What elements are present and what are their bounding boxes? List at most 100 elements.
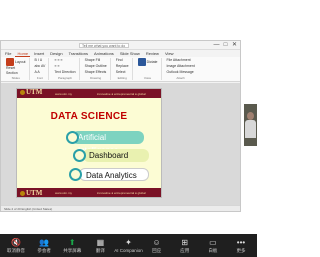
bullet-circle-icon	[69, 168, 82, 181]
ribbon-item[interactable]: File Attachment	[167, 58, 195, 63]
tab-view[interactable]: View	[163, 50, 176, 57]
ai-companion-icon: ✦	[125, 238, 132, 247]
ai-companion-button[interactable]: ✦ AI Companion	[114, 234, 143, 257]
ribbon-item[interactable]: abc AV	[35, 64, 46, 69]
more-icon: •••	[236, 237, 246, 247]
participants-button[interactable]: 👥 参会者	[30, 234, 58, 257]
reactions-icon: ☺	[152, 237, 161, 247]
reactions-button[interactable]: ☺ 回应	[143, 234, 171, 257]
toolbar-label: 取消静音	[7, 247, 25, 253]
participant-head	[247, 112, 254, 120]
toolbar-label: 应用	[180, 247, 190, 253]
utm-crest-icon	[20, 89, 25, 95]
tab-slide-show[interactable]: Slide Show	[118, 50, 142, 57]
slide[interactable]: www.utm.my innovative ● entrepreneurial …	[16, 88, 162, 198]
utm-logo-top: UTM	[20, 89, 42, 96]
maximize-button[interactable]: □	[222, 42, 229, 48]
toolbar-label: 更多	[236, 247, 246, 253]
ppt-search-input[interactable]: Tell me what you want to do	[79, 43, 129, 48]
bullet-circle-icon	[73, 149, 86, 162]
new-slide-icon	[6, 58, 14, 66]
tab-insert[interactable]: Insert	[32, 50, 46, 57]
more-button[interactable]: ••• 更多	[227, 234, 255, 257]
tab-home[interactable]: Home	[15, 50, 31, 57]
share-screen-button[interactable]: ⬆ 共享屏幕	[58, 234, 86, 257]
ribbon-item[interactable]: Replace	[116, 64, 129, 69]
ribbon-item[interactable]: ≡ ≡ ≡	[54, 58, 75, 63]
tab-file[interactable]: File	[3, 50, 13, 57]
powerpoint-window: Tell me what you want to do — □ ✕ File H…	[0, 40, 241, 212]
ribbon-item[interactable]: Shape Effects	[85, 70, 107, 75]
ribbon-group-attach: File Attachment Image Attachment Outlook…	[164, 58, 198, 80]
ribbon-item[interactable]: Select	[116, 70, 129, 75]
slide-editing-area: www.utm.my innovative ● entrepreneurial …	[1, 83, 240, 205]
ribbon-item[interactable]: A A	[35, 70, 46, 75]
translate-icon: ▦	[96, 237, 105, 247]
bullet-dashboard: Dashboard	[83, 149, 149, 162]
ribbon: Layout Reset Section Slides B I U abc AV…	[1, 57, 240, 82]
ribbon-item[interactable]: Find	[116, 58, 129, 63]
ribbon-group-font: B I U abc AV A A Font	[32, 58, 50, 80]
close-button[interactable]: ✕	[231, 42, 238, 48]
ribbon-group-label: Drawing	[90, 76, 102, 80]
ppt-status-bar: Slide 2 of 20 English (United States)	[1, 205, 240, 211]
ribbon-tabs: File Home Insert Design Transitions Anim…	[1, 50, 240, 57]
tab-design[interactable]: Design	[48, 50, 64, 57]
translate-button[interactable]: ▦ 翻译	[86, 234, 114, 257]
slide-title: DATA SCIENCE	[50, 111, 128, 122]
participant-video[interactable]	[244, 104, 257, 146]
band-text: www.utm.my	[55, 92, 73, 96]
ribbon-group-label: Slides	[11, 76, 20, 80]
ribbon-item[interactable]: Text Direction	[54, 70, 75, 75]
toolbar-label: 参会者	[37, 247, 51, 253]
tab-animations[interactable]: Animations	[92, 50, 116, 57]
ribbon-item[interactable]: Dictate	[137, 58, 158, 66]
toolbar-label: 翻译	[95, 247, 105, 253]
ribbon-item[interactable]: Layout	[6, 58, 26, 66]
ribbon-group-label: Voice	[143, 76, 152, 80]
participants-icon: 👥	[39, 237, 50, 247]
utm-crest-icon	[20, 190, 25, 196]
ribbon-item[interactable]: ≡ ≡	[54, 64, 75, 69]
tab-review[interactable]: Review	[144, 50, 161, 57]
mic-muted-icon: 🔇	[11, 237, 21, 247]
toolbar-label: 白板	[208, 247, 218, 253]
ppt-title-bar: Tell me what you want to do — □ ✕	[1, 41, 240, 50]
apps-button[interactable]: ⊞ 应用	[171, 234, 199, 257]
ribbon-group-drawing: Shape Fill Shape Outline Shape Effects D…	[82, 58, 111, 80]
ribbon-group-label: Editing	[117, 76, 127, 80]
mute-button[interactable]: 🔇 取消静音	[2, 234, 30, 257]
meeting-toolbar: 🔇 取消静音 👥 参会者 ⬆ 共享屏幕 ▦ 翻译 ✦ AI Companion …	[0, 234, 257, 257]
ribbon-group-label: Attach	[176, 76, 185, 80]
ribbon-item[interactable]: Outlook Message	[167, 70, 195, 75]
band-text: www.utm.my	[55, 191, 73, 195]
ribbon-group-label: Paragraph	[57, 76, 72, 80]
apps-icon: ⊞	[181, 237, 189, 247]
bullet-circle-icon	[66, 131, 79, 144]
whiteboard-button[interactable]: ▭ 白板	[199, 234, 227, 257]
ribbon-item[interactable]: B I U	[35, 58, 46, 63]
tab-transitions[interactable]: Transitions	[67, 50, 90, 57]
meeting-top-area	[0, 0, 257, 40]
ribbon-group-slides: Layout Reset Section Slides	[3, 58, 30, 80]
minimize-button[interactable]: —	[213, 42, 220, 48]
ribbon-group-label: Font	[36, 76, 43, 80]
participant-body	[245, 120, 256, 138]
toolbar-label: 回应	[152, 247, 162, 253]
band-text: innovative ● entrepreneurial ● global	[97, 191, 146, 195]
ribbon-group-paragraph: ≡ ≡ ≡ ≡ ≡ Text Direction Paragraph	[51, 58, 80, 80]
ribbon-group-voice: Dictate Voice	[135, 58, 162, 80]
share-screen-icon: ⬆	[68, 237, 76, 247]
ribbon-item[interactable]: Image Attachment	[167, 64, 195, 69]
whiteboard-icon: ▭	[209, 237, 217, 247]
bullet-data-analytics: Data Analytics	[79, 168, 149, 181]
ribbon-item[interactable]: Shape Fill	[85, 58, 107, 63]
band-text: innovative ● entrepreneurial ● global	[97, 92, 146, 96]
bullet-artificial-intelligence: Artificial Intelligence	[72, 131, 144, 155]
ribbon-group-editing: Find Replace Select Editing	[113, 58, 133, 80]
toolbar-label: 共享屏幕	[63, 247, 82, 253]
utm-logo-bottom: UTM	[20, 189, 42, 197]
toolbar-label: AI Companion	[114, 248, 143, 253]
ribbon-item[interactable]: Shape Outline	[85, 64, 107, 69]
microphone-icon	[137, 58, 146, 66]
